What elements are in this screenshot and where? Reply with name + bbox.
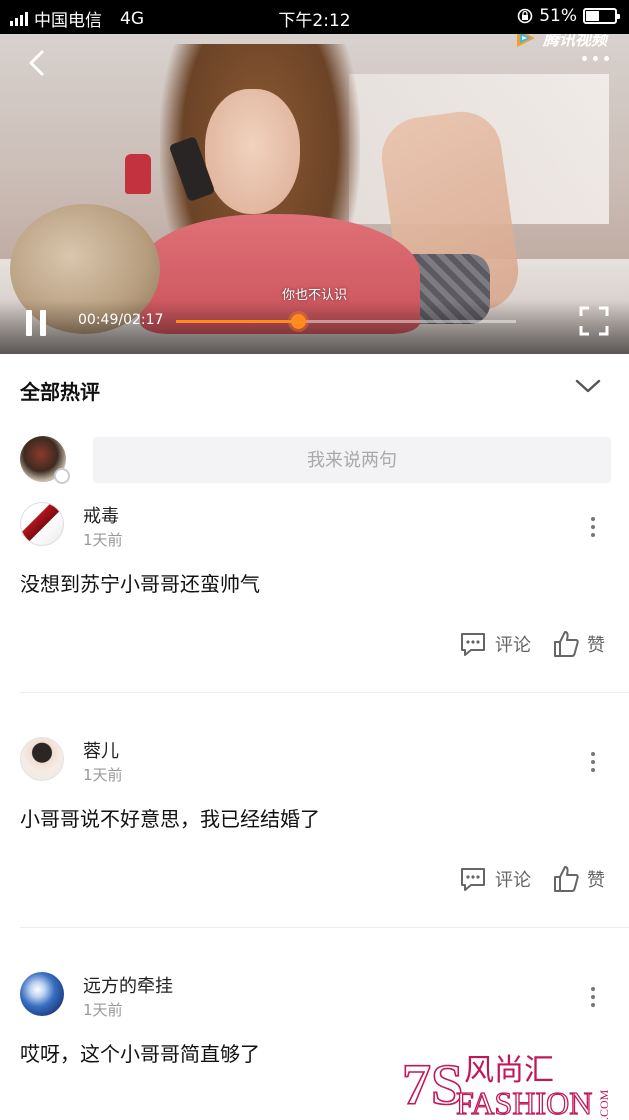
avatar[interactable] [20,502,64,546]
progress-fill [176,320,299,323]
reply-label: 评论 [495,635,531,656]
back-arrow-icon[interactable] [26,50,48,76]
more-vertical-icon[interactable] [591,517,597,537]
comment-icon [461,868,485,891]
like-label: 赞 [587,870,605,891]
comment-username[interactable]: 远方的牵挂 [83,972,173,998]
thumbs-up-icon [554,866,579,892]
comment-item: 蓉儿 1天前 小哥哥说不好意思，我已经结婚了 评论 赞 [0,737,629,927]
rotation-lock-icon [517,8,533,24]
video-controls: 00:49/02:17 [0,300,629,354]
chevron-down-icon[interactable] [575,378,601,394]
fullscreen-icon[interactable] [579,306,609,336]
progress-bar[interactable] [176,314,516,329]
comment-icon [461,633,485,656]
thumbs-up-icon [554,631,579,657]
comment-input[interactable] [93,437,611,483]
tencent-video-icon [516,34,535,47]
svg-text:7S: 7S [402,1052,463,1117]
comment-item: 戒毒 1天前 没想到苏宁小哥哥还蛮帅气 评论 赞 [0,502,629,692]
like-label: 赞 [587,635,605,656]
my-avatar [20,436,70,484]
reply-label: 评论 [495,870,531,891]
brand-name: 腾讯视频 [542,34,607,49]
svg-text:风尚汇: 风尚汇 [464,1053,554,1088]
svg-text:FASHION: FASHION [456,1085,592,1120]
comment-timestamp: 1天前 [83,766,123,784]
avatar[interactable] [20,737,64,781]
comment-actions: 评论 赞 [459,865,605,893]
tencent-video-logo: 腾讯视频 [514,34,607,50]
progress-thumb[interactable] [291,314,307,329]
playback-time: 00:49/02:17 [78,312,164,328]
fashion-watermark-logo: 7S 风尚汇 FASHION .COM [402,1051,611,1120]
comment-text: 小哥哥说不好意思，我已经结婚了 [20,807,320,831]
comment-username[interactable]: 蓉儿 [83,737,119,763]
reply-button[interactable]: 评论 [459,865,531,893]
comments-title: 全部热评 [20,380,100,404]
battery-percent: 51% [539,6,577,26]
status-bar: 中国电信 4G 下午2:12 51% [0,0,629,34]
pause-icon[interactable] [24,310,48,336]
comment-divider [20,692,629,693]
like-button[interactable]: 赞 [553,630,605,658]
comment-timestamp: 1天前 [83,1001,123,1019]
avatar[interactable] [20,972,64,1016]
more-options-icon[interactable] [582,56,609,61]
svg-text:.COM: .COM [597,1089,611,1120]
video-player[interactable]: 腾讯视频 你也不认识 00:49/02:17 [0,34,629,354]
comment-text: 哎呀，这个小哥哥简直够了 [20,1042,260,1066]
comment-text: 没想到苏宁小哥哥还蛮帅气 [20,572,260,596]
comment-username[interactable]: 戒毒 [83,502,119,528]
like-button[interactable]: 赞 [553,865,605,893]
video-scene-face [205,89,300,214]
video-scene-lamp [125,154,151,194]
reply-button[interactable]: 评论 [459,630,531,658]
comment-timestamp: 1天前 [83,531,123,549]
comment-divider [20,927,629,928]
more-vertical-icon[interactable] [591,987,597,1007]
status-right: 51% [517,6,620,26]
more-vertical-icon[interactable] [591,752,597,772]
battery-icon [583,8,620,24]
comment-actions: 评论 赞 [459,630,605,658]
comments-header: 全部热评 [0,354,629,424]
